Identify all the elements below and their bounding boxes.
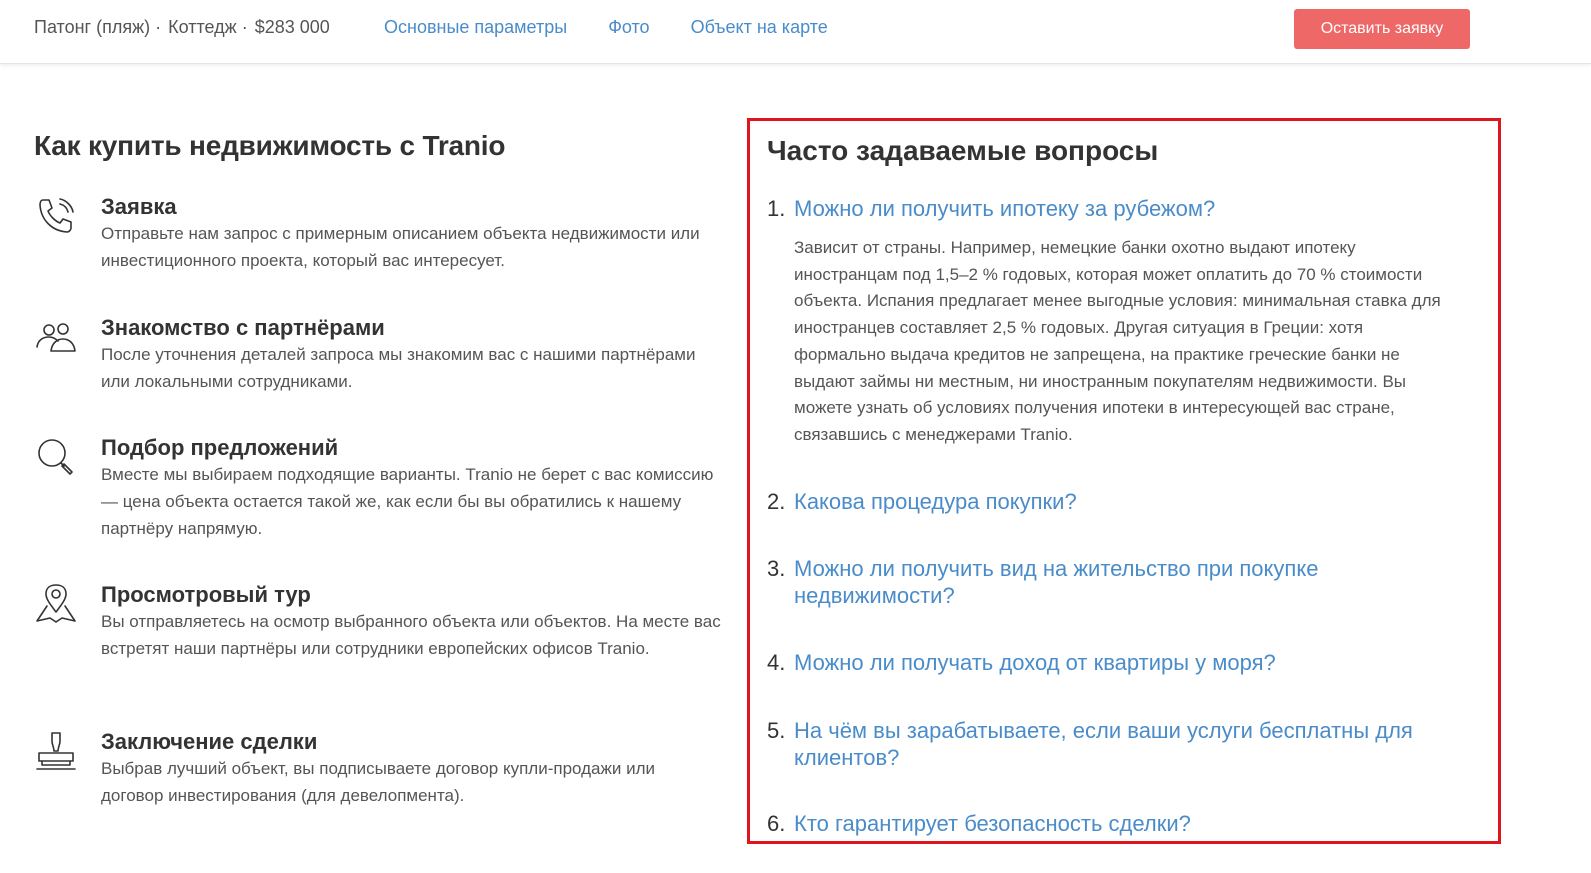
faq-item: 5. На чём вы зарабатываете, если ваши ус…	[767, 717, 1467, 771]
faq-item: 6. Кто гарантирует безопасность сделки?	[767, 810, 1467, 837]
section-nav: Основные параметры Фото Объект на карте	[384, 17, 864, 38]
faq-question-link[interactable]: Можно ли получить вид на жительство при …	[794, 555, 1467, 609]
faq-question-link[interactable]: На чём вы зарабатываете, если ваши услуг…	[794, 717, 1467, 771]
step-text: После уточнения деталей запроса мы знако…	[101, 345, 696, 391]
faq-item: 3. Можно ли получить вид на жительство п…	[767, 555, 1467, 609]
nav-link-main-params[interactable]: Основные параметры	[384, 17, 567, 37]
faq-number: 6.	[767, 811, 786, 836]
nav-link-photo[interactable]: Фото	[608, 17, 649, 37]
faq-item: 2. Какова процедура покупки?	[767, 488, 1467, 515]
step-title: Просмотровый тур	[101, 582, 311, 607]
location-crumb: Патонг (пляж) ·	[34, 17, 162, 37]
phone-icon	[34, 194, 78, 238]
step-text: Вместе мы выбираем подходящие варианты. …	[101, 465, 714, 538]
how-to-buy-title: Как купить недвижимость с Tranio	[34, 130, 506, 161]
faq-number: 4.	[767, 650, 786, 675]
faq-question-link[interactable]: Можно ли получать доход от квартиры у мо…	[794, 649, 1467, 676]
faq-number: 1.	[767, 196, 786, 221]
listing-summary: Патонг (пляж) · Коттедж · $283 000	[34, 17, 332, 38]
faq-section: Часто задаваемые вопросы 1. Можно ли пол…	[747, 118, 1501, 844]
faq-title: Часто задаваемые вопросы	[767, 135, 1159, 166]
how-to-buy-section: Как купить недвижимость с Tranio Заявка …	[34, 130, 724, 805]
faq-item: 1. Можно ли получить ипотеку за рубежом?	[767, 195, 1467, 222]
step-title: Знакомство с партнёрами	[101, 315, 385, 340]
faq-question-link[interactable]: Какова процедура покупки?	[794, 488, 1467, 515]
faq-number: 3.	[767, 556, 786, 581]
price-crumb: $283 000	[254, 17, 330, 37]
people-icon	[34, 315, 78, 359]
step-text: Отправьте нам запрос с примерным описани…	[101, 224, 700, 270]
map-pin-icon	[34, 582, 78, 626]
top-bar: Патонг (пляж) · Коттедж · $283 000 Основ…	[0, 0, 1591, 64]
step-text: Вы отправляетесь на осмотр выбранного об…	[101, 612, 721, 658]
search-icon	[34, 435, 78, 479]
faq-question-link[interactable]: Кто гарантирует безопасность сделки?	[794, 810, 1467, 837]
step-text: Выбрав лучший объект, вы подписываете до…	[101, 759, 655, 805]
faq-number: 2.	[767, 489, 786, 514]
type-crumb: Коттедж ·	[168, 17, 248, 37]
faq-number: 5.	[767, 718, 786, 743]
stamp-icon	[34, 729, 78, 773]
submit-request-button[interactable]: Оставить заявку	[1294, 9, 1470, 49]
faq-item: 4. Можно ли получать доход от квартиры у…	[767, 649, 1467, 676]
step-title: Заявка	[101, 194, 177, 219]
faq-question-link[interactable]: Можно ли получить ипотеку за рубежом?	[794, 195, 1467, 222]
step-title: Подбор предложений	[101, 435, 339, 460]
nav-link-map[interactable]: Объект на карте	[691, 17, 828, 37]
faq-answer: Зависит от страны. Например, немецкие ба…	[794, 238, 1441, 444]
step-title: Заключение сделки	[101, 729, 318, 754]
